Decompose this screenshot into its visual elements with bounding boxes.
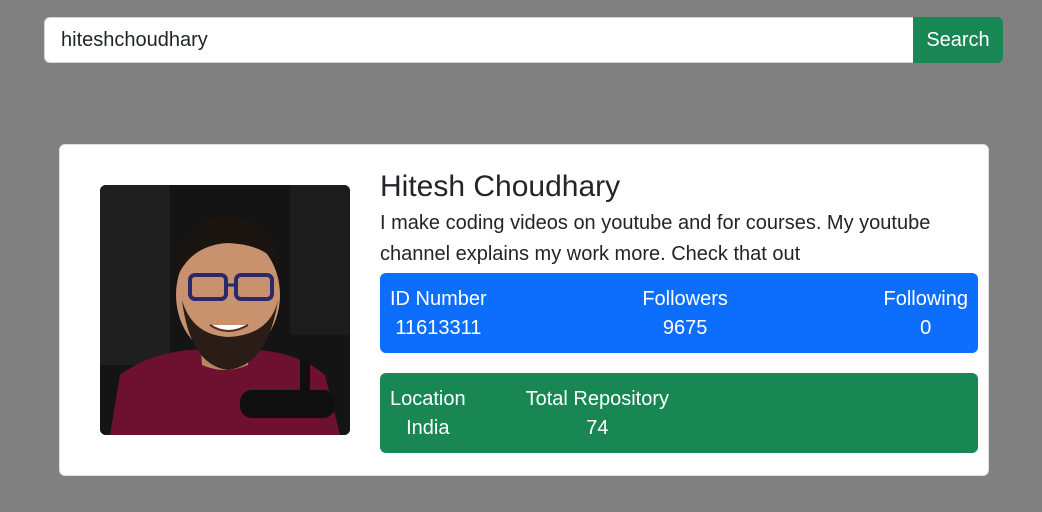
stats-secondary-box: Location India Total Repository 74 (380, 373, 978, 453)
user-avatar-photo-icon (100, 185, 350, 435)
total-repository-label: Total Repository (525, 388, 670, 410)
search-bar: Search (44, 17, 1003, 63)
id-number-stat: ID Number 11613311 (390, 285, 487, 343)
avatar (100, 185, 350, 435)
profile-card: Hitesh Choudhary I make coding videos on… (59, 144, 989, 476)
profile-bio: I make coding videos on youtube and for … (380, 212, 931, 265)
location-label: Location (390, 388, 466, 410)
location-value: India (406, 417, 450, 439)
following-stat: Following 0 (884, 285, 968, 343)
followers-stat: Followers 9675 (642, 285, 728, 343)
total-repository-stat: Total Repository 74 (526, 385, 669, 443)
id-number-value: 11613311 (395, 317, 482, 339)
profile-info: Hitesh Choudhary I make coding videos on… (380, 167, 978, 270)
following-value: 0 (920, 317, 932, 339)
location-stat: Location India (390, 385, 466, 443)
followers-label: Followers (642, 288, 728, 310)
following-label: Following (883, 288, 968, 310)
followers-value: 9675 (662, 317, 708, 339)
search-input[interactable] (44, 17, 913, 63)
profile-name: Hitesh Choudhary (380, 170, 621, 203)
search-button[interactable]: Search (913, 17, 1003, 63)
id-number-label: ID Number (390, 288, 487, 310)
total-repository-value: 74 (586, 417, 609, 439)
stats-primary-box: ID Number 11613311 Followers 9675 Follow… (380, 273, 978, 353)
